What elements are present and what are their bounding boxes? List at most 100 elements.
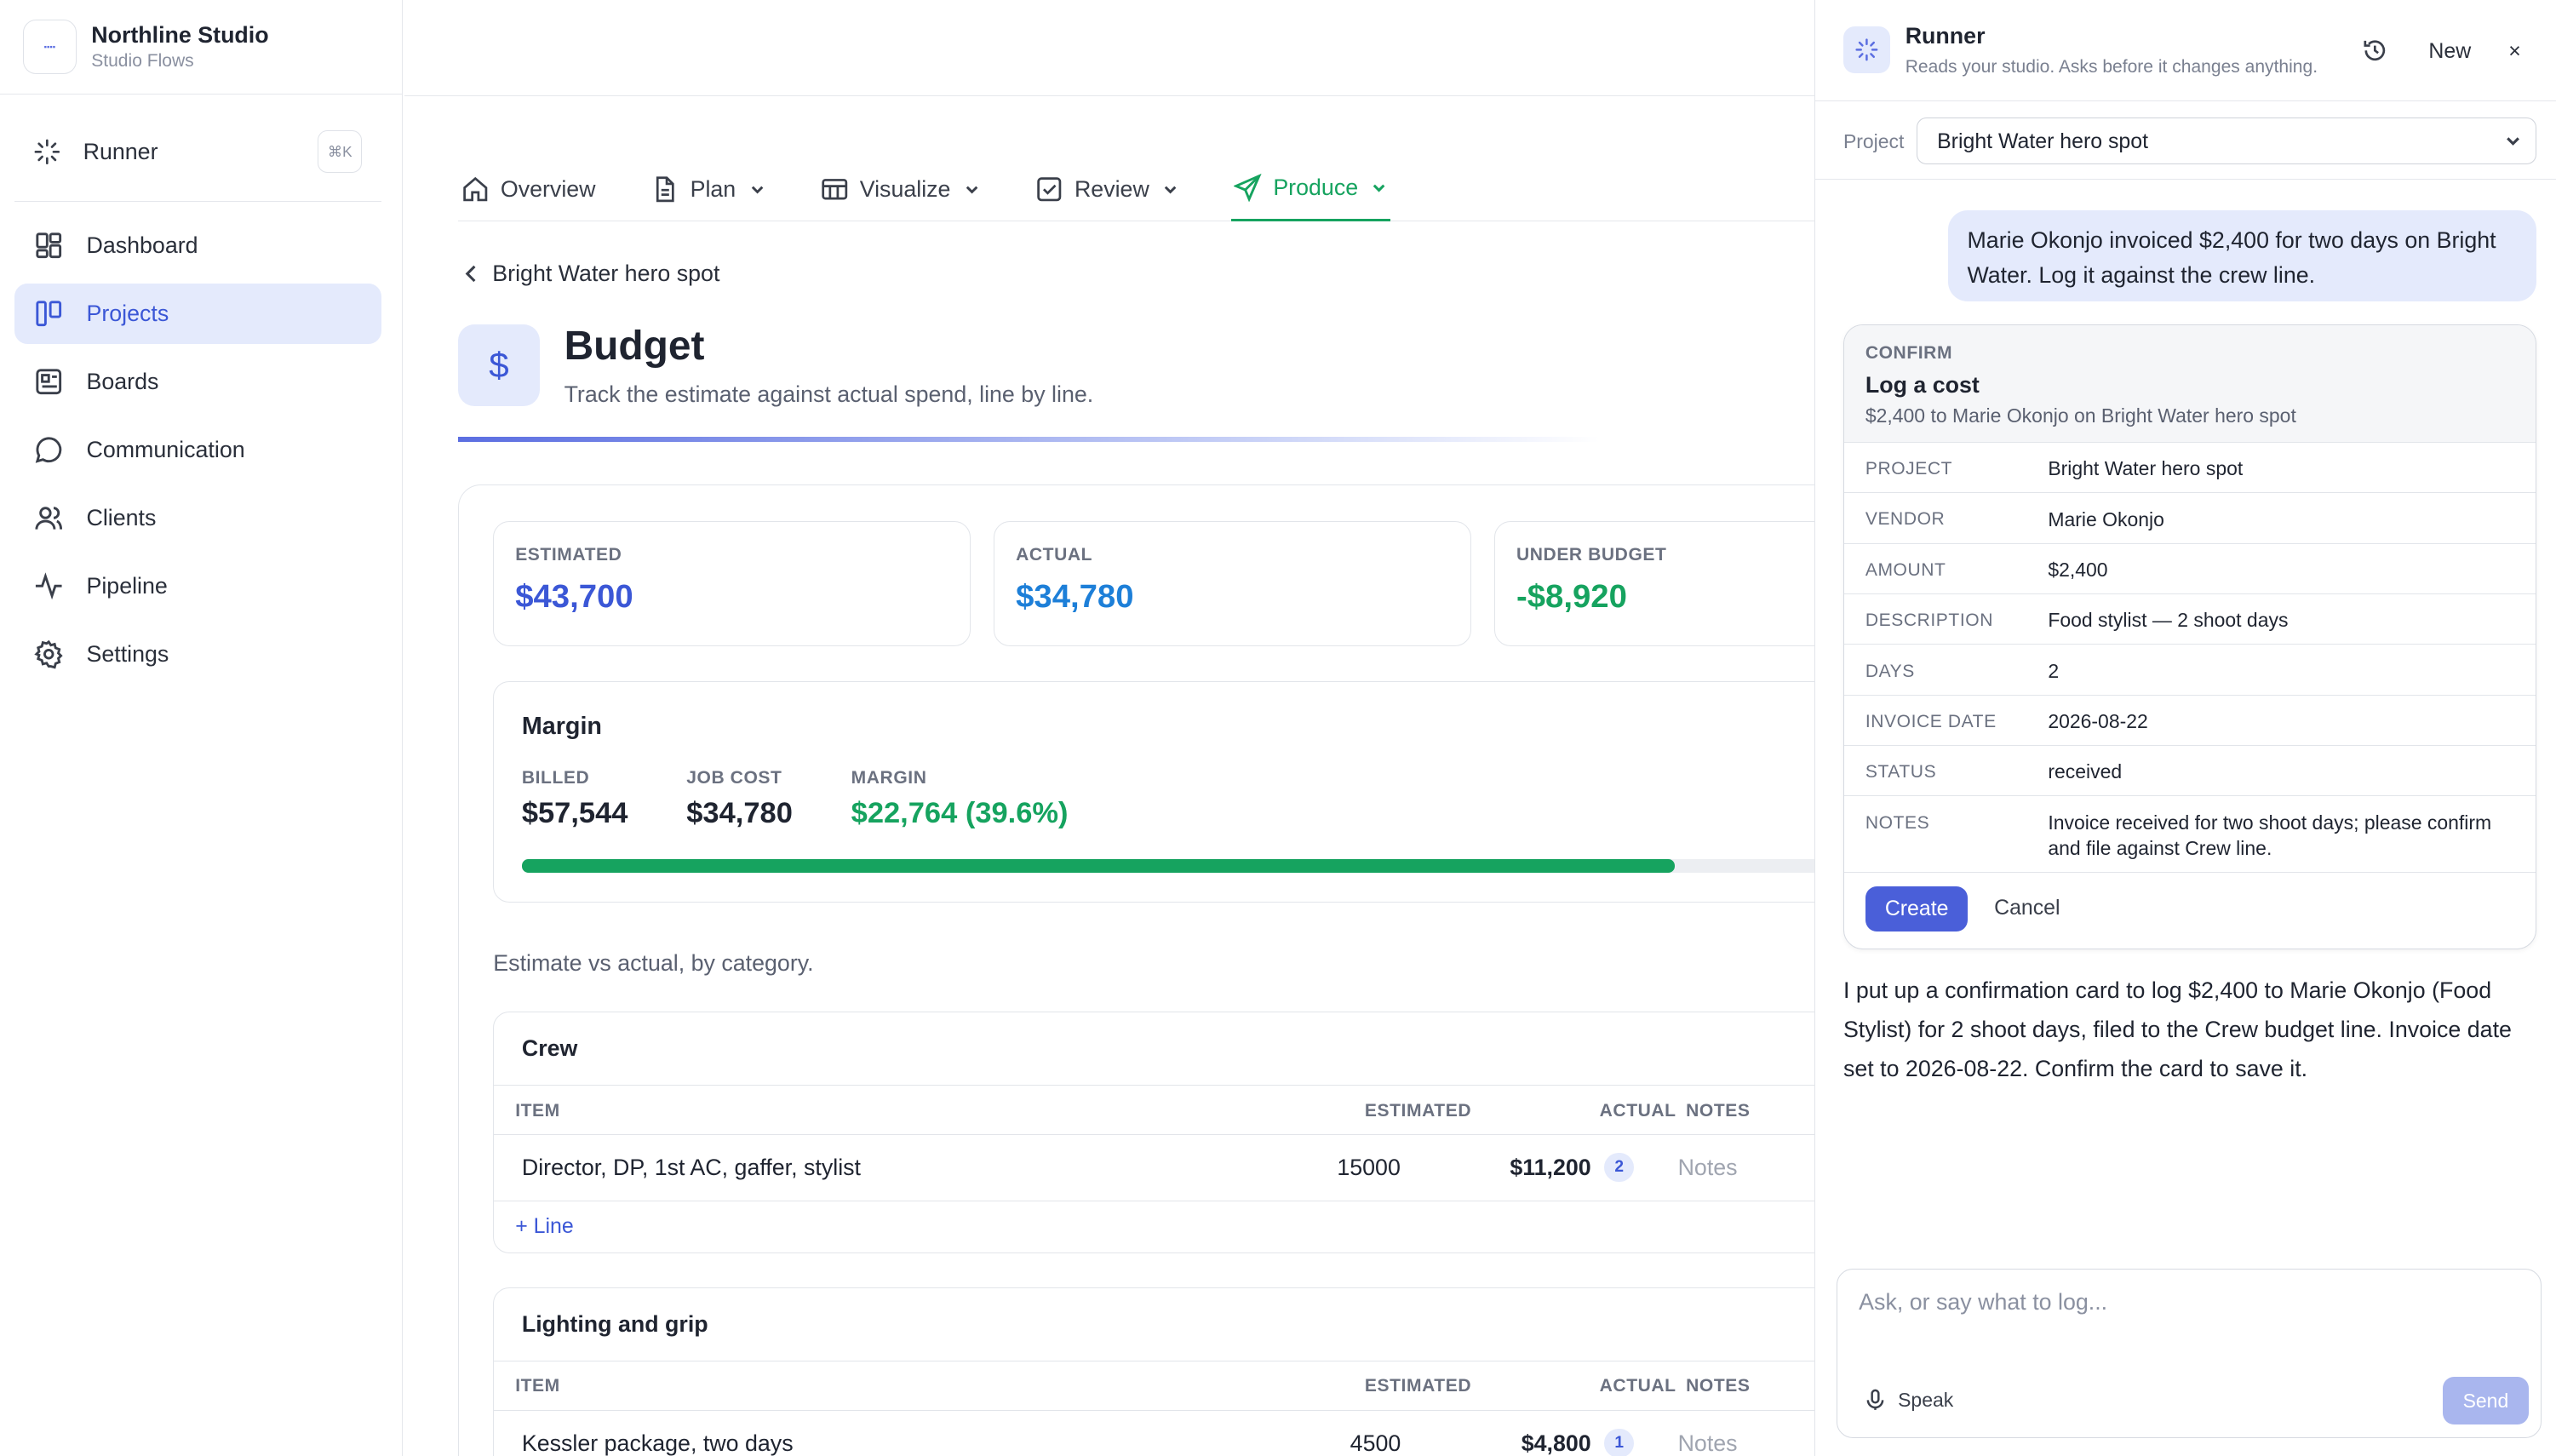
field-value: Invoice received for two shoot days; ple… xyxy=(2048,811,2492,860)
new-chat-button[interactable]: New xyxy=(2428,39,2471,64)
page-subtitle: Track the estimate against actual spend,… xyxy=(564,381,1094,408)
confirm-title: Log a cost xyxy=(1865,371,1980,398)
project-select[interactable]: Bright Water hero spot xyxy=(1917,117,2536,165)
row-item: Kessler package, two days xyxy=(521,1430,794,1456)
field-value: Marie Okonjo xyxy=(2048,507,2164,530)
project-label: Project xyxy=(1842,130,1905,153)
project-selector-row: Project Bright Water hero spot xyxy=(1815,101,2556,180)
margin-value-col: MARGIN $22,764 (39.6%) xyxy=(851,768,1069,830)
field-label: DAYS xyxy=(1865,661,1915,681)
speak-label: Speak xyxy=(1898,1388,1954,1411)
message-composer[interactable]: Ask, or say what to log... Speak Send xyxy=(1837,1268,2542,1439)
sidebar-item-settings[interactable]: Settings xyxy=(14,624,381,685)
microphone-icon xyxy=(1865,1389,1885,1412)
cost-count-badge[interactable]: 1 xyxy=(1604,1428,1634,1456)
header-actual: ACTUAL xyxy=(1599,1100,1676,1121)
margin-value: $22,764 (39.6%) xyxy=(851,796,1069,829)
home-icon xyxy=(461,175,490,203)
tab-visualize[interactable]: Visualize xyxy=(817,160,983,219)
tab-label: Review xyxy=(1074,175,1149,202)
brand-logo: ▪▪▪▪ xyxy=(22,20,77,74)
sparkle-icon xyxy=(34,139,60,165)
stat-label: ESTIMATED xyxy=(515,544,622,565)
row-estimated[interactable]: 4500 xyxy=(1350,1430,1401,1456)
sidebar-item-boards[interactable]: Boards xyxy=(14,352,381,412)
shortcut-badge: ⌘K xyxy=(318,130,363,173)
sidebar-item-communication[interactable]: Communication xyxy=(14,420,381,480)
page-title: Budget xyxy=(564,324,705,370)
app-root: ▪▪▪▪ Northline Studio Studio Flows Runne… xyxy=(0,0,2556,1456)
field-value: received xyxy=(2048,760,2123,783)
sidebar-item-pipeline[interactable]: Pipeline xyxy=(14,556,381,616)
confirm-header: CONFIRM Log a cost $2,400 to Marie Okonj… xyxy=(1843,325,2536,443)
category-note: Estimate vs actual, by category. xyxy=(493,949,814,976)
stat-value: -$8,920 xyxy=(1516,577,1627,615)
cancel-button[interactable]: Cancel xyxy=(1994,896,2060,920)
confirm-row-status: STATUS received xyxy=(1843,746,2536,797)
confirm-row-project: PROJECT Bright Water hero spot xyxy=(1843,443,2536,494)
top-bar xyxy=(404,0,1815,96)
sidebar-item-projects[interactable]: Projects xyxy=(14,283,382,344)
margin-progress-fill xyxy=(521,859,1675,873)
composer-placeholder: Ask, or say what to log... xyxy=(1859,1288,2108,1315)
chevron-left-icon xyxy=(463,264,479,284)
confirm-row-notes: NOTES Invoice received for two shoot days… xyxy=(1843,796,2536,874)
stat-estimated: ESTIMATED $43,700 xyxy=(493,520,971,647)
row-estimated[interactable]: 15000 xyxy=(1337,1155,1401,1181)
sidebar-item-clients[interactable]: Clients xyxy=(14,488,381,548)
margin-progress-bar xyxy=(521,859,1815,873)
sidebar-item-label: Boards xyxy=(86,368,159,394)
boards-icon xyxy=(34,367,63,396)
cost-count-badge[interactable]: 2 xyxy=(1604,1152,1634,1183)
stat-label: UNDER BUDGET xyxy=(1516,544,1667,565)
back-link[interactable]: Bright Water hero spot xyxy=(463,261,720,287)
close-icon[interactable]: × xyxy=(2508,39,2521,64)
table-row: Kessler package, two days 4500 $4,800 1 … xyxy=(494,1411,1814,1456)
send-button[interactable]: Send xyxy=(2442,1377,2530,1424)
user-message: Marie Okonjo invoiced $2,400 for two day… xyxy=(1947,210,2536,302)
dashboard-icon xyxy=(34,231,63,260)
margin-billed: BILLED $57,544 xyxy=(522,768,628,830)
field-label: NOTES xyxy=(1865,812,1930,833)
field-value: 2 xyxy=(2048,659,2060,682)
send-icon xyxy=(1234,174,1262,202)
sidebar-item-label: Dashboard xyxy=(86,232,198,258)
project-select-value: Bright Water hero spot xyxy=(1937,129,2149,154)
tab-review[interactable]: Review xyxy=(1032,160,1182,219)
history-icon[interactable] xyxy=(2362,37,2388,71)
confirm-row-amount: AMOUNT $2,400 xyxy=(1843,544,2536,595)
create-button[interactable]: Create xyxy=(1865,886,1969,932)
field-label: DESCRIPTION xyxy=(1865,610,1993,631)
add-line-button[interactable]: + Line xyxy=(494,1201,1814,1250)
stat-actual: ACTUAL $34,780 xyxy=(994,520,1472,647)
pipeline-icon xyxy=(34,571,63,600)
back-link-label: Bright Water hero spot xyxy=(492,261,720,287)
tab-label: Overview xyxy=(500,175,596,202)
stat-under-budget: UNDER BUDGET -$8,920 xyxy=(1494,520,1815,647)
sidebar-item-dashboard[interactable]: Dashboard xyxy=(14,215,381,276)
tab-plan[interactable]: Plan xyxy=(648,160,769,219)
margin-label: MARGIN xyxy=(851,768,927,788)
storyboard-icon xyxy=(821,175,849,203)
brand-name: Northline Studio xyxy=(91,21,269,48)
assistant-reply: I put up a confirmation card to log $2,4… xyxy=(1842,977,2512,1082)
runner-title: Runner xyxy=(1905,22,1986,49)
sidebar-nav: Dashboard Projects Boards Communication … xyxy=(14,215,382,692)
gear-icon xyxy=(34,639,63,669)
row-notes[interactable]: Notes xyxy=(1678,1430,1738,1456)
tab-produce[interactable]: Produce xyxy=(1230,160,1391,222)
field-value: 2026-08-22 xyxy=(2048,710,2148,733)
margin-card: Margin BILLED $57,544 JOB COST $34,780 M… xyxy=(493,680,1815,903)
table-header: ITEM ESTIMATED ACTUAL NOTES xyxy=(494,1086,1815,1135)
speak-button[interactable]: Speak xyxy=(1865,1389,1953,1412)
row-notes[interactable]: Notes xyxy=(1678,1155,1738,1181)
chevron-down-icon xyxy=(2504,131,2522,156)
brand: ▪▪▪▪ Northline Studio Studio Flows xyxy=(0,0,402,95)
runner-launcher[interactable]: Runner ⌘K xyxy=(14,127,381,175)
tab-overview[interactable]: Overview xyxy=(458,160,599,219)
budget-card: ESTIMATED $43,700 ACTUAL $34,780 UNDER B… xyxy=(458,484,1815,1456)
chat-icon xyxy=(34,435,63,464)
row-item: Director, DP, 1st AC, gaffer, stylist xyxy=(521,1154,861,1180)
sparkle-icon xyxy=(1842,26,1891,74)
header-accent-line xyxy=(458,437,1600,442)
